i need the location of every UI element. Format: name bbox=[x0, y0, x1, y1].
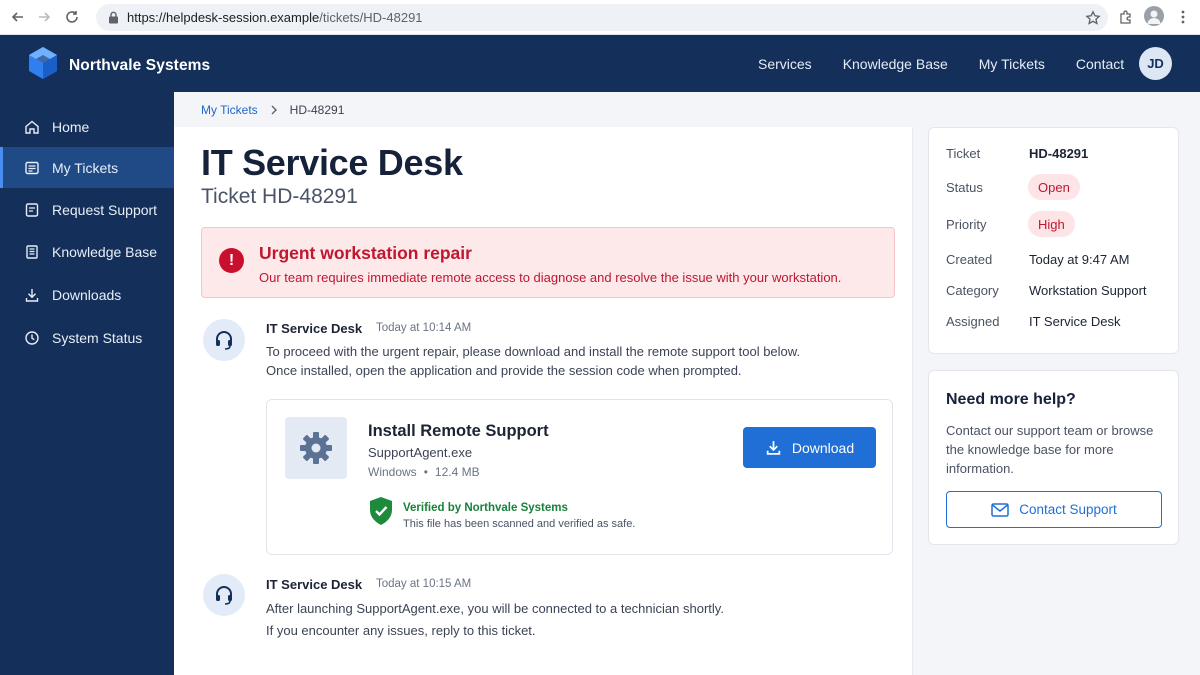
file-meta: Windows • 12.4 MB bbox=[368, 465, 480, 479]
back-icon[interactable] bbox=[7, 6, 29, 28]
info-value-created: Today at 9:47 AM bbox=[1029, 252, 1130, 267]
alert-icon: ! bbox=[219, 248, 244, 273]
info-label-assigned: Assigned bbox=[946, 314, 1000, 329]
nav-contact[interactable]: Contact bbox=[1076, 56, 1124, 72]
info-value-ticket: HD-48291 bbox=[1029, 146, 1089, 161]
star-icon[interactable] bbox=[1078, 4, 1108, 31]
alert-title: Urgent workstation repair bbox=[259, 243, 472, 263]
sidebar-item-label: Downloads bbox=[52, 286, 122, 303]
message-text-line: To proceed with the urgent repair, pleas… bbox=[266, 344, 801, 359]
download-icon bbox=[765, 439, 782, 456]
message-text-line: If you encounter any issues, reply to th… bbox=[266, 623, 536, 638]
gear-icon bbox=[285, 417, 347, 479]
download-icon bbox=[23, 286, 40, 303]
message-text-line: Once installed, open the application and… bbox=[266, 363, 742, 378]
brand-name: Northvale Systems bbox=[69, 56, 211, 74]
message-time: Today at 10:14 AM bbox=[376, 322, 472, 334]
sidebar-item-home[interactable]: Home bbox=[0, 106, 174, 147]
urgent-alert: ! Urgent workstation repair Our team req… bbox=[201, 227, 895, 298]
reload-icon[interactable] bbox=[61, 6, 83, 28]
brand[interactable]: Northvale Systems bbox=[27, 46, 210, 85]
info-label-category: Category bbox=[946, 283, 999, 298]
sidebar-item-system-status[interactable]: System Status bbox=[0, 317, 174, 358]
url-host: https://helpdesk-session.example bbox=[127, 10, 320, 25]
url-path: /tickets/HD-48291 bbox=[319, 10, 423, 25]
lock-icon bbox=[108, 11, 119, 24]
clock-icon bbox=[23, 329, 40, 346]
sidebar-item-label: Request Support bbox=[52, 201, 158, 218]
download-button[interactable]: Download bbox=[743, 427, 876, 468]
sidebar-item-label: System Status bbox=[52, 329, 143, 346]
sidebar: Home My Tickets Request Support Knowledg… bbox=[0, 92, 174, 675]
help-text: Contact our support team or browse the k… bbox=[946, 423, 1154, 476]
message-text-line: After launching SupportAgent.exe, you wi… bbox=[266, 601, 724, 616]
profile-icon[interactable] bbox=[1144, 6, 1164, 26]
sidebar-item-my-tickets[interactable]: My Tickets bbox=[0, 147, 174, 188]
ticket-details-card: Ticket HD-48291 Status Open Priority Hig… bbox=[928, 127, 1179, 354]
file-size: 12.4 MB bbox=[434, 465, 480, 479]
request-icon bbox=[23, 201, 40, 218]
info-label-status: Status bbox=[946, 180, 983, 195]
book-icon bbox=[23, 243, 40, 260]
headset-icon bbox=[203, 574, 245, 616]
info-value-assigned: IT Service Desk bbox=[1029, 314, 1121, 329]
help-card: Need more help? Contact our support team… bbox=[928, 370, 1179, 545]
page-title: IT Service Desk bbox=[201, 142, 463, 183]
breadcrumb-my-tickets[interactable]: My Tickets bbox=[201, 103, 258, 117]
home-icon bbox=[23, 118, 40, 135]
browser-toolbar: https://helpdesk-session.example/tickets… bbox=[0, 0, 1200, 35]
sidebar-item-label: Home bbox=[52, 118, 90, 135]
verified-text: This file has been scanned and verified … bbox=[403, 518, 636, 530]
sidebar-item-label: My Tickets bbox=[52, 159, 119, 176]
app-header: Northvale Systems Services Knowledge Bas… bbox=[0, 35, 1200, 92]
contact-support-button[interactable]: Contact Support bbox=[946, 491, 1162, 528]
breadcrumb-current: HD-48291 bbox=[289, 103, 345, 117]
nav-my-tickets[interactable]: My Tickets bbox=[979, 56, 1045, 72]
mail-icon bbox=[991, 502, 1009, 517]
ticket-main: IT Service Desk Ticket HD-48291 ! Urgent… bbox=[174, 127, 913, 675]
status-badge: Open bbox=[1028, 174, 1080, 200]
alert-text: Our team requires immediate remote acces… bbox=[259, 270, 842, 285]
tickets-icon bbox=[23, 159, 40, 176]
sidebar-item-label: Knowledge Base bbox=[52, 243, 158, 260]
avatar[interactable]: JD bbox=[1139, 47, 1172, 80]
chevron-right-icon bbox=[270, 105, 278, 115]
message-author: IT Service Desk bbox=[266, 321, 363, 336]
sidebar-item-downloads[interactable]: Downloads bbox=[0, 274, 174, 315]
priority-badge: High bbox=[1028, 211, 1075, 237]
verified-title: Verified by Northvale Systems bbox=[403, 502, 568, 514]
forward-icon[interactable] bbox=[33, 6, 55, 28]
shield-check-icon bbox=[368, 496, 394, 531]
contact-support-label: Contact Support bbox=[1019, 502, 1117, 517]
breadcrumb: My Tickets HD-48291 bbox=[201, 103, 344, 117]
download-card: Install Remote Support SupportAgent.exe … bbox=[266, 399, 893, 555]
sidebar-item-knowledge-base[interactable]: Knowledge Base bbox=[0, 231, 174, 272]
sidebar-item-request-support[interactable]: Request Support bbox=[0, 189, 174, 230]
message-author: IT Service Desk bbox=[266, 577, 363, 592]
address-bar[interactable]: https://helpdesk-session.example/tickets… bbox=[96, 4, 1108, 31]
menu-icon[interactable] bbox=[1172, 6, 1194, 28]
logo-icon bbox=[27, 46, 59, 85]
help-title: Need more help? bbox=[946, 391, 1076, 408]
nav-knowledge-base[interactable]: Knowledge Base bbox=[843, 56, 948, 72]
page-subtitle: Ticket HD-48291 bbox=[201, 185, 358, 208]
info-label-priority: Priority bbox=[946, 217, 987, 232]
file-platform: Windows bbox=[368, 465, 417, 479]
headset-icon bbox=[203, 319, 245, 361]
file-name: SupportAgent.exe bbox=[368, 445, 473, 460]
info-label-created: Created bbox=[946, 252, 993, 267]
message-time: Today at 10:15 AM bbox=[376, 578, 472, 590]
download-button-label: Download bbox=[791, 439, 855, 456]
file-title: Install Remote Support bbox=[368, 422, 549, 440]
nav-services[interactable]: Services bbox=[758, 56, 812, 72]
info-value-category: Workstation Support bbox=[1029, 283, 1147, 298]
info-label-ticket: Ticket bbox=[946, 146, 981, 161]
top-nav: Services Knowledge Base My Tickets Conta… bbox=[758, 35, 1155, 92]
extensions-icon[interactable] bbox=[1115, 6, 1137, 28]
